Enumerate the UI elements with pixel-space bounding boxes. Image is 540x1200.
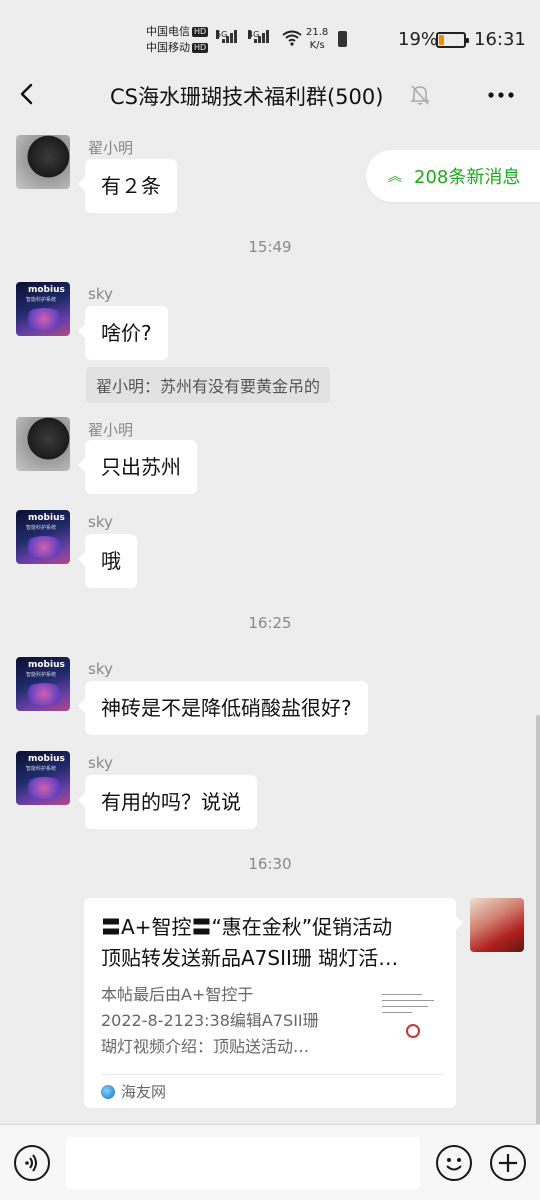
link-card-thumbnail [376,986,440,1050]
avatar[interactable]: mobius 智能科护系统 [16,657,70,711]
chevron-left-icon[interactable] [14,80,42,108]
plus-circle-icon [499,1154,517,1172]
link-card-description: 本帖最后由A+智控于 2022-8-2123:38编辑A7SII珊 瑚灯视频介绍… [101,985,319,1056]
signal-icon: 5G [216,30,237,43]
new-messages-label: 208条新消息 [414,167,521,188]
message-bubble[interactable]: 有２条 [78,159,177,213]
sender-name: sky [88,285,113,303]
more-functions-button[interactable] [490,1145,526,1181]
link-card-source: 海友网 [101,1081,166,1102]
scrollbar[interactable] [536,715,540,1125]
avatar[interactable] [16,417,70,471]
emoji-button[interactable] [436,1145,472,1181]
wifi-icon [282,30,302,46]
message-bubble[interactable]: 只出苏州 [78,440,197,494]
sender-name: sky [88,660,113,678]
double-chevron-up-icon: ︽ [388,169,402,185]
message-bubble[interactable]: 神砖是不是降低硝酸盐很好? [78,681,368,735]
timestamp: 16:30 [248,855,292,873]
message-bubble[interactable]: 啥价? [78,306,168,360]
power-icon [338,31,347,47]
status-bar: 中国电信 HD 中国移动 HD 5G 4G 21.8 K/s 19% 16:31 [0,0,540,70]
avatar[interactable]: mobius 智能科护系统 [16,510,70,564]
divider [101,1074,443,1075]
chat-title: CS海水珊瑚技术福利群(500) [110,85,384,109]
sender-name: sky [88,513,113,531]
avatar[interactable]: mobius 智能科护系统 [16,282,70,336]
hd-badge: HD [192,43,209,53]
avatar[interactable]: mobius 智能科护系统 [16,751,70,805]
message-bubble[interactable]: 有用的吗？说说 [78,775,257,829]
voice-button[interactable] [14,1145,50,1181]
sender-name: 翟小明 [88,421,134,439]
carrier-info: 中国电信 HD 中国移动 HD [146,24,209,56]
signal-icon: 4G [248,30,269,43]
hd-badge: HD [192,27,209,37]
link-card[interactable]: 〓A+智控〓“惠在金秋”促销活动 顶贴转发送新品A7SII珊 瑚灯活… 本帖最后… [84,898,463,1108]
carrier-2: 中国移动 [146,41,190,54]
timestamp: 16:25 [248,614,292,632]
timestamp: 15:49 [248,238,292,256]
net-speed: 21.8 K/s [306,27,329,51]
battery-percent: 19% [398,29,439,50]
voice-icon [25,1154,37,1172]
message-input[interactable] [66,1137,420,1189]
emoji-smile-icon [446,1158,462,1171]
battery-icon [436,32,469,48]
avatar[interactable] [16,135,70,189]
source-logo-icon [101,1084,115,1099]
quoted-message[interactable]: 翟小明：苏州有没有要黄金吊的 [86,367,331,403]
more-dots-icon[interactable] [486,82,516,108]
link-card-title: 〓A+智控〓“惠在金秋”促销活动 顶贴转发送新品A7SII珊 瑚灯活… [101,915,399,970]
sender-name: sky [88,754,113,772]
carrier-1: 中国电信 [146,25,190,38]
chat-header: CS海水珊瑚技术福利群(500) [0,70,540,120]
sender-name: 翟小明 [88,139,134,157]
my-avatar[interactable] [470,898,524,952]
new-messages-button[interactable]: ︽ 208条新消息 [366,150,540,202]
input-bar [0,1124,540,1200]
clock: 16:31 [474,29,526,50]
bell-off-icon [410,85,430,105]
message-bubble[interactable]: 哦 [78,534,137,588]
